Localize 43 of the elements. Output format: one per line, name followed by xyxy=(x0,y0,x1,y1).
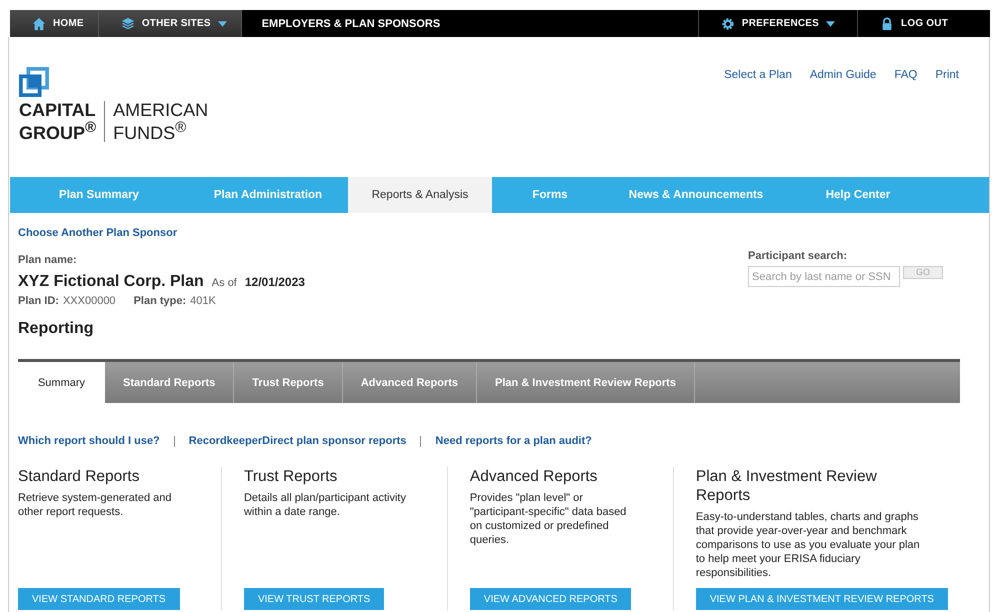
help-link[interactable]: Need reports for a plan audit? xyxy=(435,435,592,447)
card-title: Standard Reports xyxy=(18,467,140,486)
card-description: Provides "plan level" or "participant-specific" data based on customized or predefined queries. xyxy=(470,491,628,547)
help-link[interactable]: Which report should I use? xyxy=(18,435,160,447)
card-title: Advanced Reports xyxy=(470,467,598,486)
card-description: Details all plan/participant activity within a date range. xyxy=(244,491,407,519)
plan-id-label: Plan ID: xyxy=(18,295,59,307)
card-title: Trust Reports xyxy=(244,467,338,486)
card-description: Retrieve system-generated and other report requests. xyxy=(18,491,172,519)
report-tab[interactable]: Summary xyxy=(18,362,105,403)
choose-sponsor-link[interactable]: Choose Another Plan Sponsor xyxy=(18,227,178,239)
logo-text: FUNDS$^{®}$ xyxy=(113,119,188,142)
logo-text: GROUP$^{®}$ xyxy=(19,119,96,142)
plan-id: XXX00000 xyxy=(62,295,116,307)
site-title: EMPLOYERS & PLAN SPONSORS xyxy=(262,18,440,30)
help-link[interactable]: RecordkeeperDirect plan sponsor reports xyxy=(188,435,406,447)
logo-icon xyxy=(19,67,49,97)
card-description: Easy-to-understand tables, charts and graphs that provide year-over-year and benchmark comparisons to use as you evaluate your plan to help meet your ERISA fiduciary responsibilities. xyxy=(696,510,921,580)
participant-search-label: Participant search: xyxy=(748,250,848,262)
header-link[interactable]: Print xyxy=(935,69,959,177)
search-field[interactable]: Search by last name or SSN xyxy=(748,266,900,287)
caret-icon xyxy=(218,20,227,26)
lock-icon xyxy=(880,16,894,30)
as-of-date: 12/01/2023 xyxy=(244,275,305,289)
layers-icon xyxy=(120,16,135,30)
logo-text: CAPITAL xyxy=(19,101,96,119)
plan-type-label: Plan type: xyxy=(134,295,186,307)
plan-type: 401K xyxy=(190,295,216,307)
caret-icon xyxy=(826,20,836,26)
home-icon xyxy=(32,16,46,30)
header-link[interactable]: Select a Plan xyxy=(724,69,792,177)
top-bar-button[interactable]: HOME xyxy=(10,10,99,37)
header-link[interactable]: Admin Guide xyxy=(810,69,876,177)
as-of-label: As of xyxy=(212,277,237,289)
plan-name: XYZ Fictional Corp. Plan xyxy=(18,273,204,291)
top-bar-button[interactable]: OTHER SITES xyxy=(98,10,242,37)
plan-name-label: Plan name: xyxy=(18,254,77,266)
settings-icon xyxy=(720,16,735,30)
logo-text: AMERICAN xyxy=(113,101,208,119)
page-title: Reporting xyxy=(18,320,95,338)
header-link[interactable]: FAQ xyxy=(894,69,918,177)
nav-tab[interactable]: Reports & Analysis xyxy=(348,177,492,213)
card-title: Plan & Investment Review Reports xyxy=(696,467,878,505)
